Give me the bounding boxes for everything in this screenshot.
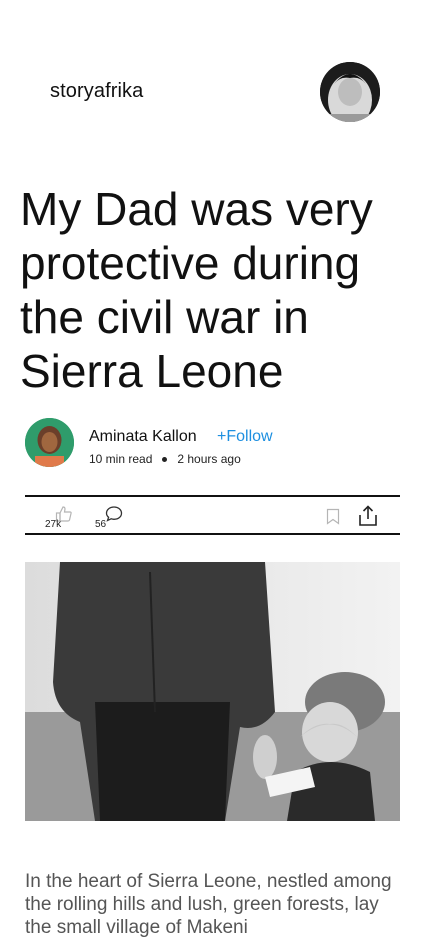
article-meta: 10 min read 2 hours ago — [89, 452, 241, 466]
comment-count: 56 — [95, 519, 107, 530]
author-name[interactable]: Aminata Kallon — [89, 428, 197, 446]
comment-icon[interactable] — [105, 505, 123, 528]
article-hero-image — [25, 562, 400, 821]
article-body: In the heart of Sierra Leone, nestled am… — [25, 871, 392, 938]
share-icon[interactable] — [358, 505, 378, 532]
bookmark-icon[interactable] — [326, 508, 340, 530]
like-count: 27k — [45, 519, 62, 530]
follow-button[interactable]: +Follow — [217, 428, 273, 446]
meta-separator — [162, 456, 168, 462]
read-time: 10 min read — [89, 452, 153, 466]
user-avatar-icon[interactable] — [320, 62, 380, 122]
article-title: My Dad was very protective during the ci… — [20, 183, 373, 397]
posted-time: 2 hours ago — [177, 452, 241, 466]
author-avatar-icon[interactable] — [25, 418, 74, 467]
brand-logo[interactable]: storyafrika — [50, 80, 143, 103]
article-action-bar: 27k 56 — [25, 495, 400, 535]
